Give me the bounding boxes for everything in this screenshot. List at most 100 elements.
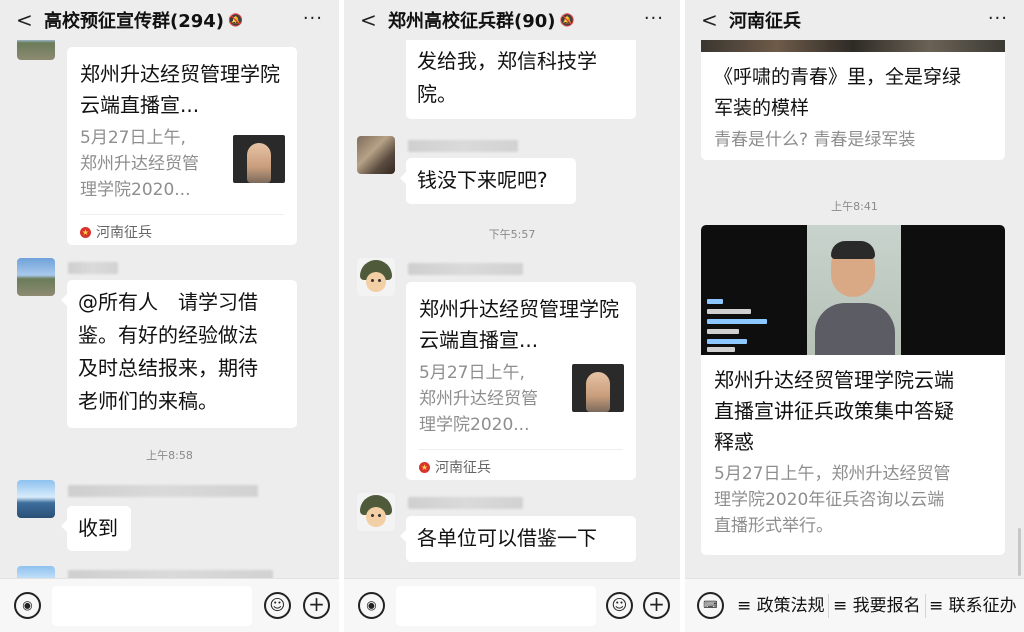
more-dots-icon[interactable]: ··· [644, 8, 664, 29]
message-line: 老师们的来稿。 [78, 389, 218, 413]
avatar[interactable] [17, 566, 55, 578]
message-text: 各单位可以借鉴一下 [417, 526, 597, 550]
avatar[interactable] [17, 480, 55, 518]
message-line: 院。 [417, 82, 457, 106]
sender-name-blurred [408, 263, 523, 275]
card-desc-line: 理学院2020年征兵咨询以云端 [714, 490, 945, 510]
chat-header: < 高校预征宣传群(294) 🔕 ··· [0, 0, 339, 40]
card-desc-line: 理学院2020... [419, 415, 530, 435]
source-star-icon: ★ [80, 226, 91, 238]
sender-name-blurred [68, 262, 118, 274]
message-line: 鉴。有好的经验做法 [78, 323, 258, 347]
source-star-icon: ★ [419, 461, 430, 473]
card-desc-line: 理学院2020... [80, 180, 191, 200]
menu-item-policy[interactable]: ≡ 政策法规 [737, 579, 825, 632]
input-bar: ◉ ☺ + [344, 578, 680, 632]
card-desc-line: 郑州升达经贸管 [419, 389, 538, 409]
avatar[interactable] [357, 493, 395, 531]
menu-bar: ⌨ ≡ 政策法规 ≡ 我要报名 ≡ 联系征办 [685, 578, 1024, 632]
avatar[interactable] [357, 258, 395, 296]
timestamp: 下午5:57 [488, 228, 536, 241]
message-input[interactable] [396, 586, 596, 626]
more-dots-icon[interactable]: ··· [303, 8, 323, 29]
plus-icon[interactable]: + [303, 592, 330, 619]
message-list[interactable]: 《呼啸的青春》里，全是穿绿 军装的模样 青春是什么? 青春是绿军装 上午8:41… [685, 40, 1024, 578]
message-bubble[interactable]: 各单位可以借鉴一下 [400, 516, 636, 562]
timestamp: 上午8:41 [831, 200, 878, 213]
card-divider [419, 449, 623, 450]
message-bubble[interactable]: 发给我，郑信科技学 院。 [406, 40, 636, 119]
avatar[interactable] [17, 40, 55, 60]
message-input[interactable] [52, 586, 252, 626]
card-title: 郑州升达经贸管理学院云端直播宣... [80, 62, 280, 117]
card-thumbnail [233, 135, 285, 183]
chat-header: < 河南征兵 ··· [685, 0, 1024, 40]
card-desc-line: 5月27日上午, [419, 363, 525, 383]
message-line: 发给我，郑信科技学 [417, 49, 597, 73]
mute-bell-icon: 🔕 [228, 13, 243, 27]
avatar[interactable] [357, 136, 395, 174]
article-cover-video-still [701, 225, 1005, 355]
menu-item-contact[interactable]: ≡ 联系征办 [929, 579, 1017, 632]
mute-bell-icon: 🔕 [559, 13, 575, 27]
emoji-icon[interactable]: ☺ [606, 592, 633, 619]
plus-icon[interactable]: + [643, 592, 670, 619]
card-desc-line: 直播形式举行。 [714, 516, 833, 536]
card-title-line: 《呼啸的青春》里，全是穿绿 [714, 66, 962, 88]
voice-icon[interactable]: ◉ [358, 592, 385, 619]
message-line: 及时总结报来，期待 [78, 356, 258, 380]
card-desc-line: 郑州升达经贸管 [80, 154, 199, 174]
message-bubble[interactable]: 钱没下来呢吧? [400, 158, 576, 204]
card-desc: 青春是什么? 青春是绿军装 [714, 130, 916, 150]
card-title-line: 郑州升达经贸管理学院云端 [714, 368, 954, 392]
message-text: 收到 [78, 516, 118, 540]
voice-icon[interactable]: ◉ [14, 592, 41, 619]
back-chevron-icon[interactable]: < [701, 10, 719, 30]
sender-name-blurred [68, 570, 273, 578]
card-source: ★ 河南征兵 [419, 457, 491, 477]
sender-name-blurred [408, 497, 523, 509]
more-dots-icon[interactable]: ··· [988, 8, 1008, 29]
card-title-line: 释惑 [714, 430, 754, 454]
chat-title: 高校预征宣传群(294) [44, 11, 225, 32]
message-bubble[interactable]: 收到 [61, 506, 131, 551]
card-thumbnail [572, 364, 624, 412]
card-desc-line: 5月27日上午，郑州升达经贸管 [714, 464, 951, 484]
official-account-henan-zhengbing: < 河南征兵 ··· 《呼啸的青春》里，全是穿绿 军装的模样 青春是什么? 青春… [685, 0, 1024, 632]
emoji-icon[interactable]: ☺ [264, 592, 291, 619]
card-title-line: 军装的模样 [714, 97, 810, 119]
card-desc-line: 5月27日上午, [80, 128, 186, 148]
scrollbar[interactable] [1018, 528, 1021, 576]
sender-name-blurred [408, 140, 518, 152]
card-source-label: 河南征兵 [435, 460, 491, 476]
back-chevron-icon[interactable]: < [360, 10, 378, 30]
message-text: 钱没下来呢吧? [417, 168, 548, 192]
article-cover-image [701, 40, 1005, 52]
input-bar: ◉ ☺ + [0, 578, 339, 632]
back-chevron-icon[interactable]: < [16, 10, 34, 30]
card-divider [80, 214, 284, 215]
message-bubble[interactable]: @所有人 请学习借 鉴。有好的经验做法 及时总结报来，期待 老师们的来稿。 [61, 280, 297, 428]
menu-item-signup[interactable]: ≡ 我要报名 [833, 579, 921, 632]
card-source-label: 河南征兵 [96, 225, 152, 241]
article-card[interactable]: 《呼啸的青春》里，全是穿绿 军装的模样 青春是什么? 青春是绿军装 [701, 40, 1005, 160]
card-title-line: 直播宣讲征兵政策集中答疑 [714, 399, 954, 423]
avatar[interactable] [17, 258, 55, 296]
timestamp: 上午8:58 [146, 449, 193, 462]
message-list[interactable]: 发给我，郑信科技学 院。 钱没下来呢吧? 下午5:57 郑州升达经贸管理学院云端… [344, 40, 680, 578]
menu-divider [828, 594, 829, 618]
message-line: @所有人 请学习借 [78, 290, 258, 314]
chat-title: 郑州高校征兵群(90) [388, 11, 556, 32]
keyboard-icon[interactable]: ⌨ [697, 592, 724, 619]
chat-header: < 郑州高校征兵群(90) 🔕 ··· [344, 0, 680, 40]
shared-article-card[interactable]: 郑州升达经贸管理学院云端直播宣... 5月27日上午, 郑州升达经贸管 理学院2… [406, 282, 636, 480]
chat-window-zhengzhou-gaoxiao: < 郑州高校征兵群(90) 🔕 ··· 发给我，郑信科技学 院。 钱没下来呢吧?… [344, 0, 680, 632]
menu-divider [925, 594, 926, 618]
card-source: ★ 河南征兵 [80, 222, 152, 242]
chat-window-gaoxiao-yuzheng: < 高校预征宣传群(294) 🔕 ··· 郑州升达经贸管理学院云端直播宣... … [0, 0, 339, 632]
message-list[interactable]: 郑州升达经贸管理学院云端直播宣... 5月27日上午, 郑州升达经贸管 理学院2… [0, 40, 339, 578]
sender-name-blurred [68, 485, 258, 497]
shared-article-card[interactable]: 郑州升达经贸管理学院云端直播宣... 5月27日上午, 郑州升达经贸管 理学院2… [67, 47, 297, 245]
chat-title: 河南征兵 [729, 11, 801, 32]
card-title: 郑州升达经贸管理学院云端直播宣... [419, 297, 619, 352]
